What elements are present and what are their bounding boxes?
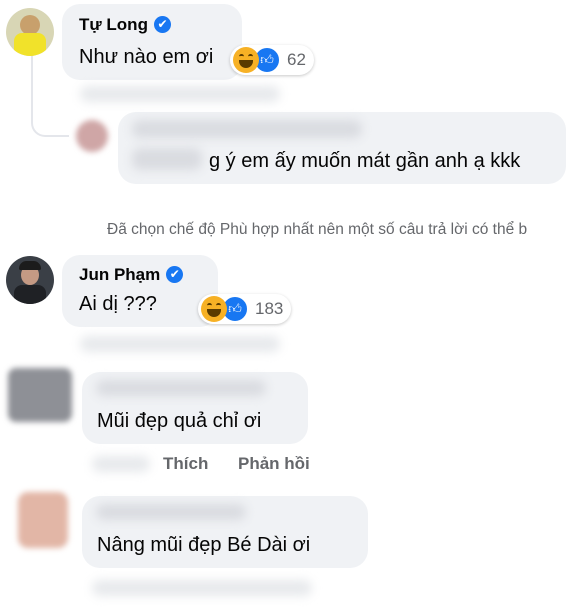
- comment-author-row: Jun Phạm ✔: [79, 265, 184, 285]
- reaction-summary[interactable]: 👍︎ 62: [230, 45, 314, 75]
- blurred-author: [132, 120, 362, 138]
- like-action[interactable]: Thích: [163, 454, 208, 474]
- avatar[interactable]: [6, 256, 54, 304]
- blurred-actions: [80, 336, 280, 352]
- reaction-count: 62: [287, 50, 306, 69]
- avatar[interactable]: [18, 492, 68, 548]
- comment-author[interactable]: Jun Phạm: [79, 265, 160, 284]
- comment-text: Như nào em ơi: [79, 46, 214, 68]
- haha-reaction-icon: [233, 47, 259, 73]
- comment-text: g ý em ấy muốn mát gần anh ạ kkk: [209, 150, 521, 172]
- avatar[interactable]: [6, 8, 54, 56]
- reaction-count: 183: [255, 299, 284, 318]
- haha-reaction-icon: [201, 296, 227, 322]
- blurred-actions: [80, 86, 280, 102]
- reaction-summary[interactable]: 👍︎ 183: [198, 294, 292, 324]
- comment-author[interactable]: Tự Long: [79, 15, 148, 34]
- comment-text: Mũi đẹp quả chỉ ơi: [97, 410, 262, 432]
- reply-action[interactable]: Phản hồi: [238, 454, 310, 474]
- avatar[interactable]: [76, 120, 108, 152]
- blurred-timestamp: [92, 456, 150, 472]
- comment-text: Ai dị ???: [79, 293, 157, 315]
- blurred-author: [96, 380, 266, 396]
- blurred-author: [96, 504, 246, 520]
- blurred-text: [132, 148, 202, 170]
- verified-badge-icon: ✔: [166, 266, 184, 283]
- blurred-actions: [92, 580, 312, 596]
- sort-notice: Đã chọn chế độ Phù hợp nhất nên một số c…: [107, 221, 528, 238]
- comment-author-row: Tự Long ✔: [79, 15, 171, 35]
- verified-badge-icon: ✔: [153, 16, 171, 33]
- avatar[interactable]: [8, 368, 72, 422]
- comment-text: Nâng mũi đẹp Bé Dài ơi: [97, 534, 311, 556]
